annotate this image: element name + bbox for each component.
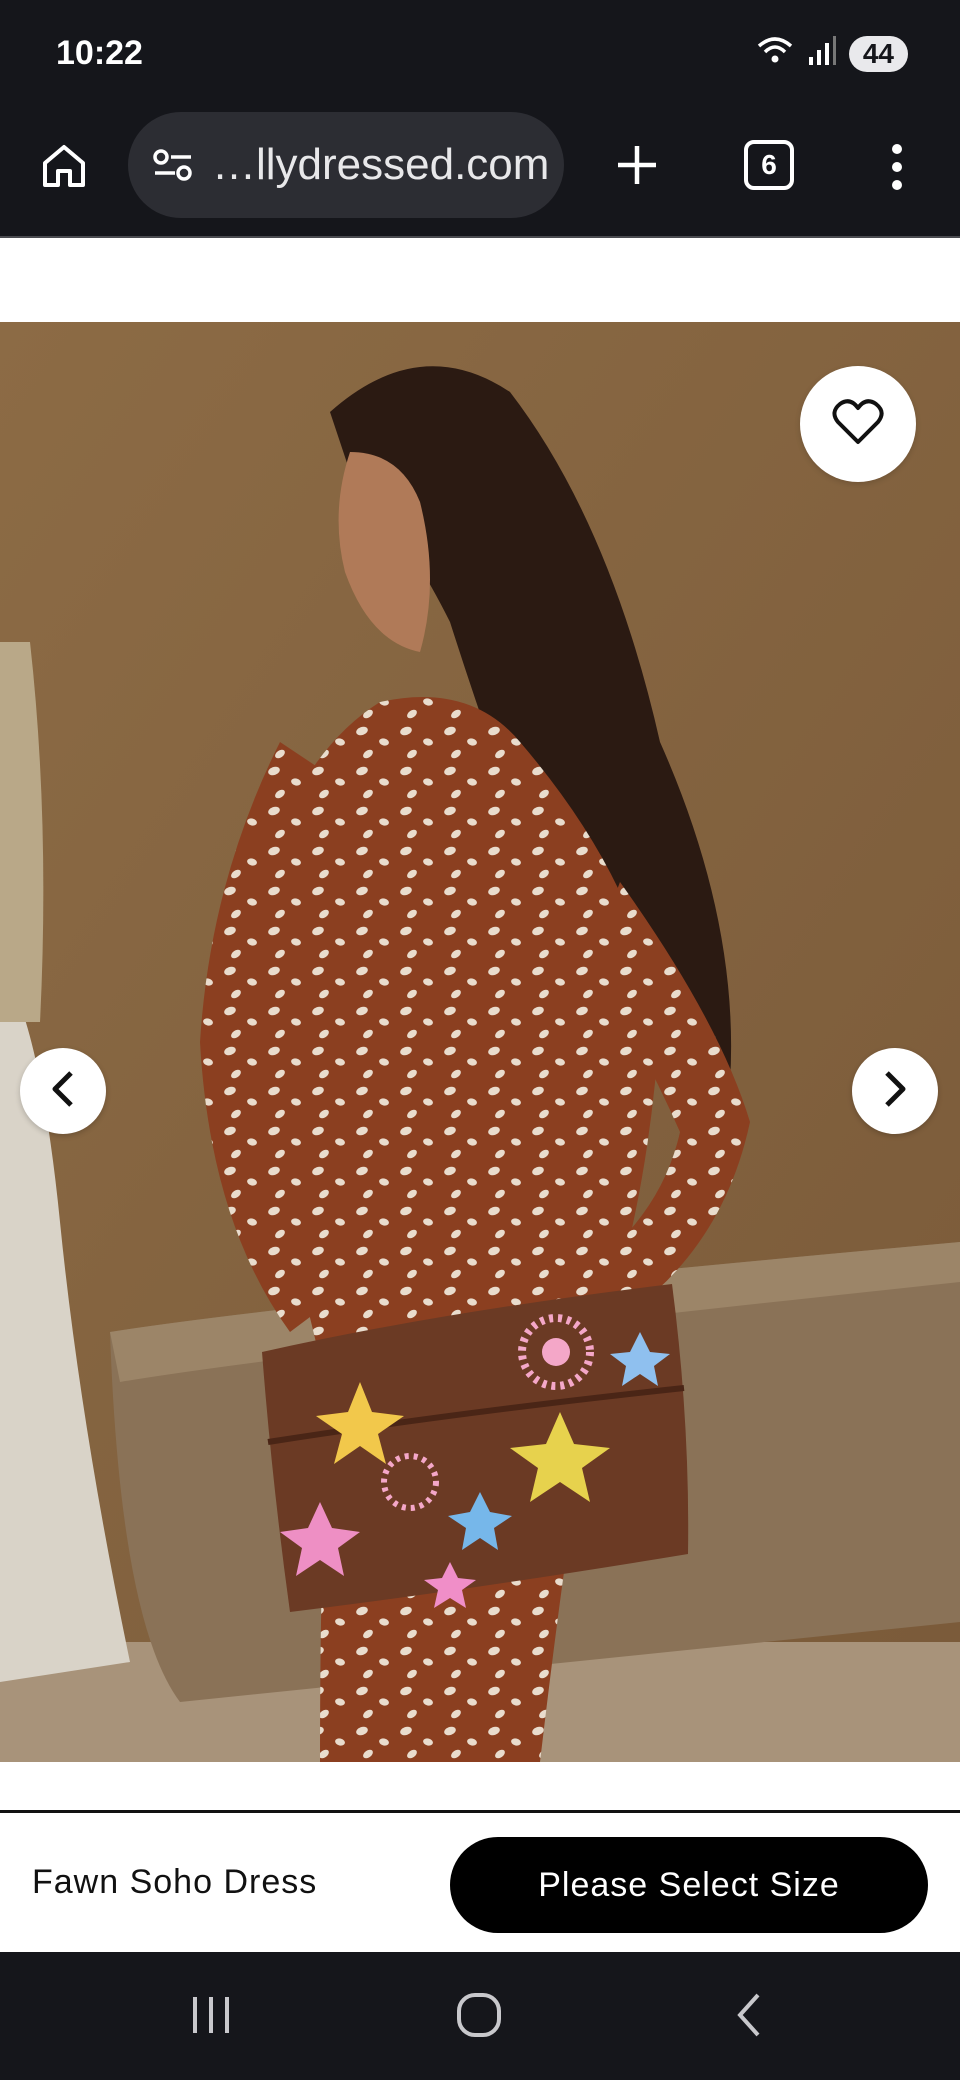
signal-icon [807,35,837,72]
chevron-right-icon [881,1069,909,1114]
home-button[interactable] [30,134,98,202]
home-circle-icon [455,1991,503,2044]
image-gap [0,1762,960,1812]
battery-indicator: 44 [848,35,908,72]
browser-toolbar: …llydressed.com 6 [0,108,960,238]
back-nav-button[interactable] [714,1982,784,2052]
next-image-button[interactable] [852,1048,938,1134]
select-size-button[interactable]: Please Select Size [450,1837,928,1933]
more-vert-icon[interactable] [870,132,924,202]
status-bar: 10:22 44 [0,0,960,108]
recents-icon [189,1993,233,2042]
tune-icon[interactable] [148,140,198,190]
tab-switcher-button[interactable]: 6 [744,140,794,190]
product-name: Fawn Soho Dress [32,1863,318,1901]
new-tab-button[interactable] [602,132,672,202]
page-header-space [0,240,960,322]
product-image-carousel[interactable] [0,322,960,1762]
home-nav-button[interactable] [444,1982,514,2052]
previous-image-button[interactable] [20,1048,106,1134]
back-icon [734,1991,764,2044]
purchase-bar: Fawn Soho Dress Please Select Size [0,1810,960,1952]
heart-icon [832,398,884,451]
address-bar[interactable]: …llydressed.com [128,112,564,218]
url-text[interactable]: …llydressed.com [212,140,552,190]
recents-button[interactable] [176,1982,246,2052]
plus-icon [614,142,660,193]
product-photo [0,322,960,1762]
wifi-icon [755,34,795,73]
chevron-left-icon [49,1069,77,1114]
status-time: 10:22 [56,34,143,72]
status-icons: 44 [755,34,908,73]
favorite-button[interactable] [800,366,916,482]
home-icon [39,141,89,196]
system-nav-bar [0,1952,960,2080]
